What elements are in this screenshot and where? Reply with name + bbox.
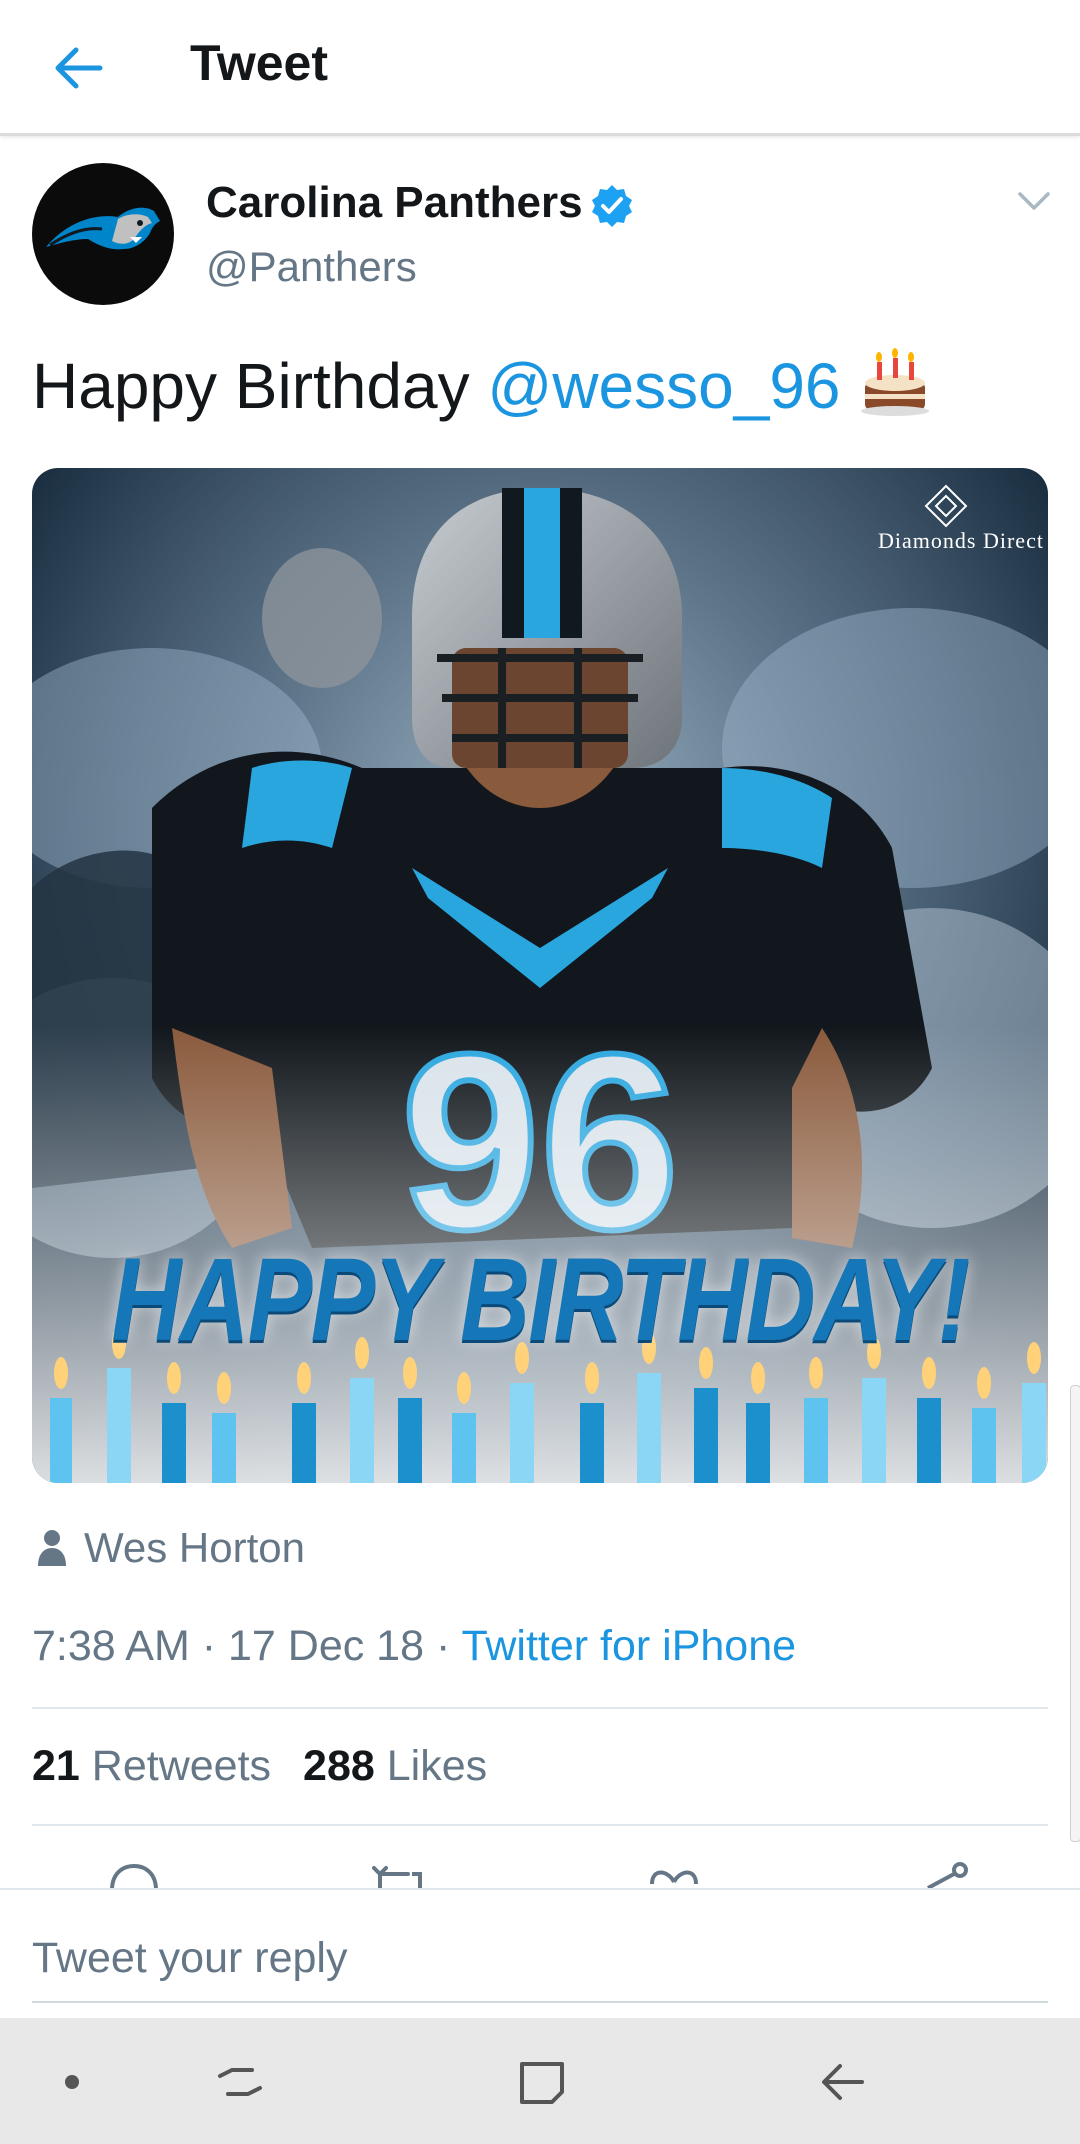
retweets-stat[interactable]: 21 Retweets (32, 1742, 271, 1790)
retweets-label: Retweets (79, 1742, 272, 1790)
scrollbar[interactable] (1070, 1385, 1080, 1842)
author-handle[interactable]: @Panthers (206, 243, 417, 291)
page-title: Tweet (190, 35, 328, 91)
tagged-user[interactable]: Wes Horton (84, 1524, 305, 1572)
chevron-down-icon[interactable] (1016, 188, 1052, 216)
likes-label: Likes (374, 1742, 488, 1790)
tweet-time: 7:38 AM (32, 1622, 190, 1670)
heart-icon[interactable] (646, 1862, 702, 1890)
birthday-cake-icon (860, 348, 929, 416)
engagement-stats: 21 Retweets 288 Likes (32, 1742, 487, 1791)
back-icon[interactable] (812, 2050, 876, 2114)
reply-icon[interactable] (106, 1862, 162, 1890)
top-app-bar: Tweet (0, 0, 1080, 136)
separator: · (424, 1622, 462, 1670)
separator: · (189, 1622, 228, 1670)
arrow-left-icon[interactable] (48, 36, 112, 100)
author-name[interactable]: Carolina Panthers (206, 178, 583, 228)
tweet-body: Happy Birthday (32, 350, 488, 422)
reply-input[interactable] (32, 1915, 1048, 2003)
share-icon[interactable] (916, 1862, 972, 1890)
tweet-timestamp: 7:38 AM · 17 Dec 18 · Twitter for iPhone (32, 1622, 796, 1671)
retweet-icon[interactable] (372, 1862, 428, 1890)
retweets-count: 21 (32, 1742, 80, 1790)
home-icon[interactable] (510, 2050, 574, 2114)
sponsor-label: Diamonds Direct (878, 528, 1044, 553)
avatar[interactable] (32, 163, 174, 305)
tweet-text: Happy Birthday @wesso_96 (32, 346, 933, 423)
birthday-banner: HAPPY BIRTHDAY! (111, 1234, 970, 1366)
likes-stat[interactable]: 288 Likes (303, 1742, 487, 1790)
dot-icon[interactable] (40, 2050, 104, 2114)
divider (32, 1824, 1048, 1826)
mention-link[interactable]: @wesso_96 (487, 350, 840, 422)
tweet-source-link[interactable]: Twitter for iPhone (461, 1622, 796, 1670)
panther-logo-icon (46, 207, 160, 250)
likes-count: 288 (303, 1742, 375, 1790)
person-icon (38, 1530, 66, 1566)
tweet-date: 17 Dec 18 (227, 1622, 425, 1670)
verified-badge-icon (592, 185, 632, 227)
divider (32, 1707, 1048, 1709)
recent-apps-icon[interactable] (208, 2050, 272, 2114)
